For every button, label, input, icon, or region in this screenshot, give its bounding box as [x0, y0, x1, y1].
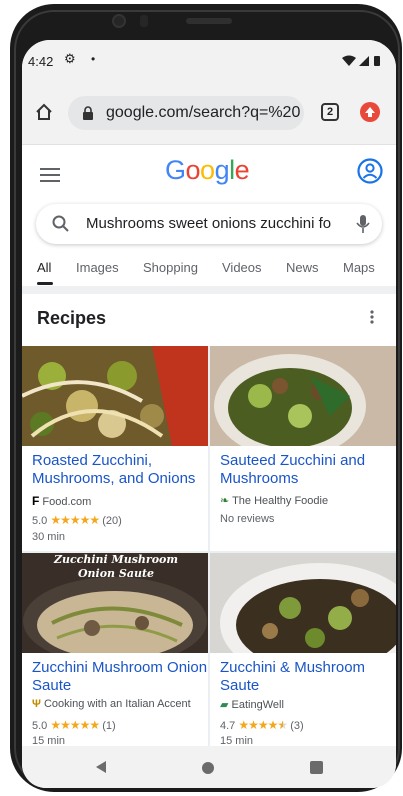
- update-icon[interactable]: [360, 102, 380, 122]
- search-box[interactable]: Mushrooms sweet onions zucchini fo: [36, 204, 382, 244]
- leaf-logo-icon: ❧: [220, 495, 230, 507]
- logo-letter: o: [200, 155, 215, 185]
- recent-apps-icon[interactable]: [310, 761, 323, 774]
- mic-icon[interactable]: [356, 214, 370, 239]
- search-icon: [52, 215, 70, 238]
- recipe-rating: 5.0 ★★★★★ (20): [32, 513, 122, 527]
- tab-videos[interactable]: Videos: [222, 260, 262, 275]
- source-name: EatingWell: [231, 699, 284, 711]
- screen: 4:42 ⚙ • google.com/search?q=%20 2 Googl…: [22, 40, 396, 788]
- recipe-image: [210, 346, 396, 446]
- account-icon[interactable]: [357, 158, 383, 189]
- recipe-card[interactable]: Sauteed Zucchini and Mushrooms ❧ The Hea…: [210, 346, 396, 551]
- source-name: The Healthy Foodie: [232, 495, 329, 507]
- notification-dot-icon: •: [91, 52, 96, 66]
- logo-letter: e: [234, 155, 250, 185]
- logo-letter: g: [214, 155, 230, 185]
- rating-value: 5.0: [32, 720, 48, 732]
- half-star: ★: [277, 718, 288, 732]
- recipe-title[interactable]: Sauteed Zucchini and Mushrooms: [220, 452, 396, 488]
- google-logo[interactable]: Google: [165, 155, 250, 186]
- more-options-icon[interactable]: [370, 310, 374, 329]
- source-name: Cooking with an Italian Accent: [43, 698, 191, 710]
- active-tab-indicator: [37, 282, 53, 285]
- recipe-source: ▰ EatingWell: [220, 698, 284, 711]
- recipe-card[interactable]: Roasted Zucchini, Mushrooms, and Onions …: [22, 346, 208, 551]
- search-tabs: All Images Shopping Videos News Maps: [22, 254, 396, 286]
- recipes-heading: Recipes: [37, 308, 107, 328]
- battery-icon: [374, 56, 380, 66]
- cook-time: 30 min: [32, 531, 66, 543]
- tab-images[interactable]: Images: [76, 260, 119, 275]
- star-rating-icon: ★★★★★: [50, 513, 100, 527]
- fork-logo-icon: Ψ: [32, 698, 41, 710]
- eatingwell-logo-icon: ▰: [220, 699, 229, 711]
- recipe-rating: 4.7 ★★★★★ (3): [220, 718, 304, 732]
- back-icon[interactable]: [94, 760, 108, 779]
- review-count: (20): [102, 515, 122, 527]
- review-count: (1): [102, 720, 116, 732]
- recipe-image: [22, 346, 208, 446]
- card-divider: [22, 551, 396, 553]
- front-camera: [112, 14, 126, 28]
- recipe-source: F Food.com: [32, 494, 91, 508]
- recipe-rating: 5.0 ★★★★★ (1): [32, 718, 116, 732]
- rating-value: 4.7: [220, 720, 236, 732]
- earpiece-speaker: [186, 18, 232, 24]
- tab-maps[interactable]: Maps: [343, 260, 375, 275]
- tab-switcher-button[interactable]: 2: [321, 103, 339, 121]
- recipe-source: ❧ The Healthy Foodie: [220, 494, 328, 507]
- star-rating-icon: ★★★★★: [50, 718, 100, 732]
- tab-news[interactable]: News: [286, 260, 319, 275]
- system-nav-bar: [22, 746, 396, 788]
- recipe-card[interactable]: Zucchini Mushroom Onion Saute Zucchini M…: [22, 553, 208, 748]
- recipe-title[interactable]: Zucchini & Mushroom Saute: [220, 659, 396, 695]
- google-header: Google: [22, 145, 396, 201]
- recipe-card[interactable]: Zucchini & Mushroom Saute ▰ EatingWell 4…: [210, 553, 396, 748]
- menu-icon[interactable]: [40, 168, 60, 187]
- home-button-icon[interactable]: [202, 762, 214, 774]
- search-query[interactable]: Mushrooms sweet onions zucchini fo: [86, 215, 356, 232]
- address-bar[interactable]: google.com/search?q=%20: [68, 96, 304, 130]
- proximity-sensor: [140, 15, 148, 27]
- settings-gear-icon: ⚙: [64, 51, 76, 66]
- source-name: Food.com: [42, 496, 92, 508]
- logo-letter: G: [165, 155, 186, 185]
- home-icon[interactable]: [34, 102, 54, 127]
- lock-icon: [82, 106, 94, 125]
- recipe-source: Ψ Cooking with an Italian Accent: [32, 698, 191, 710]
- review-count: (3): [290, 720, 304, 732]
- status-bar: 4:42 ⚙ •: [22, 40, 396, 80]
- status-icons: [342, 54, 386, 72]
- recipe-title[interactable]: Roasted Zucchini, Mushrooms, and Onions: [32, 452, 208, 488]
- tab-all[interactable]: All: [37, 260, 51, 275]
- signal-icon: [359, 56, 369, 66]
- recipe-image: [210, 553, 396, 653]
- full-stars: ★★★★: [238, 718, 278, 732]
- divider: [22, 286, 396, 294]
- recipe-title[interactable]: Zucchini Mushroom Onion Saute: [32, 659, 208, 695]
- food-com-logo-icon: F: [32, 494, 40, 508]
- logo-letter: o: [185, 155, 201, 185]
- star-rating-icon: ★★★★★: [238, 718, 288, 732]
- image-caption: Zucchini Mushroom Onion Saute: [53, 553, 179, 580]
- wifi-icon: [342, 55, 356, 66]
- no-reviews-label: No reviews: [220, 513, 275, 525]
- card-divider: [208, 346, 210, 786]
- status-time: 4:42: [28, 54, 54, 69]
- browser-toolbar: google.com/search?q=%20 2: [22, 80, 396, 145]
- rating-value: 5.0: [32, 515, 48, 527]
- url-text: google.com/search?q=%20: [106, 104, 301, 121]
- tab-shopping[interactable]: Shopping: [143, 260, 198, 275]
